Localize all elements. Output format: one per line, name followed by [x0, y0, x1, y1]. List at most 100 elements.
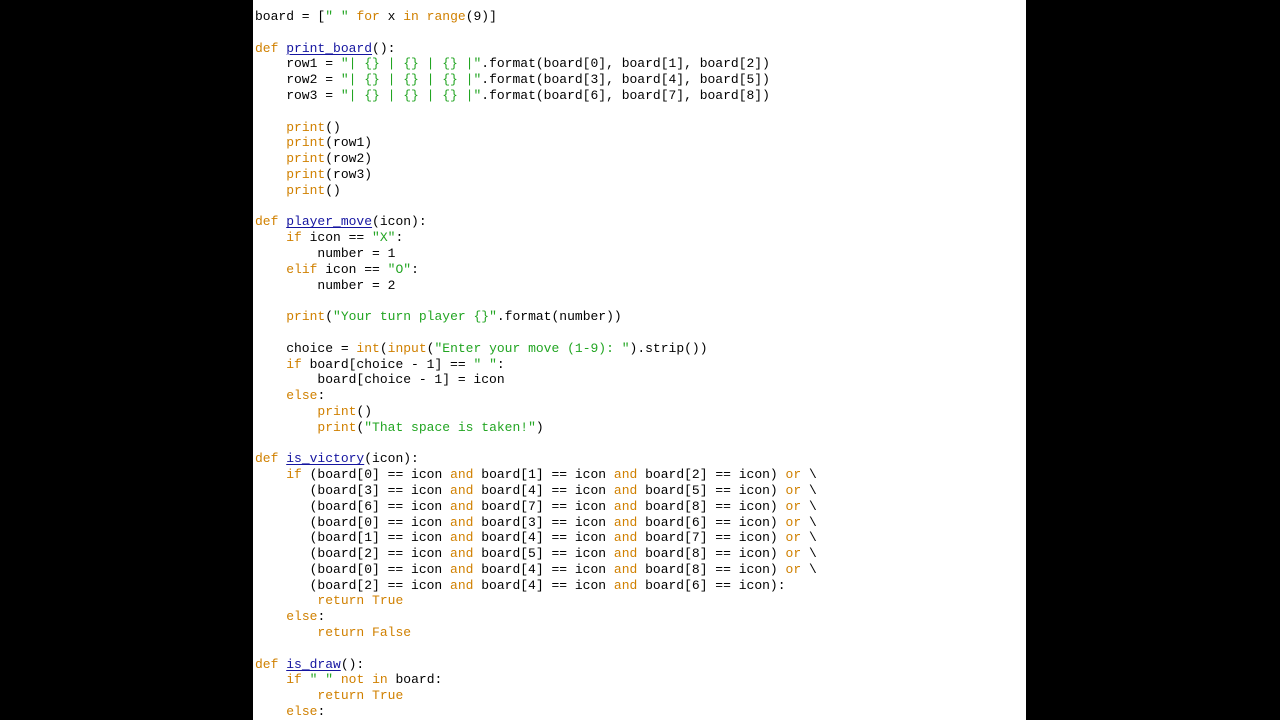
code-line: if board[choice - 1] == " ": — [255, 357, 817, 373]
keyword-token: and — [450, 530, 474, 546]
keyword-token: def — [255, 451, 279, 467]
code-text-token: board[3] == icon — [473, 514, 614, 530]
code-text[interactable]: board = [" " for x in range(9)] def prin… — [255, 9, 817, 720]
code-line: if " " not in board: — [255, 672, 817, 688]
keyword-token: input — [387, 340, 427, 356]
code-line: def print_board(): — [255, 41, 817, 57]
keyword-token: or — [785, 482, 802, 498]
string-token: "That space is taken!" — [364, 419, 536, 435]
keyword-token: if — [286, 672, 302, 688]
function-name-token: is_victory — [286, 451, 365, 467]
code-editor[interactable]: board = [" " for x in range(9)] def prin… — [253, 0, 1026, 720]
code-line: (board[2] == icon and board[4] == icon a… — [255, 578, 817, 594]
function-name-token: print_board — [286, 40, 373, 56]
keyword-token: or — [785, 530, 802, 546]
code-line: print("Your turn player {}".format(numbe… — [255, 309, 817, 325]
string-token: " " — [325, 9, 349, 24]
keyword-token: False — [372, 625, 412, 641]
string-token: "X" — [372, 230, 396, 246]
keyword-token: or — [785, 546, 802, 562]
keyword-token: else — [286, 704, 318, 720]
code-text-token: board: — [387, 672, 443, 688]
keyword-token: and — [450, 467, 474, 483]
keyword-token: int — [356, 340, 380, 356]
code-line: return True — [255, 688, 817, 704]
code-text-token: row3 = — [255, 87, 341, 103]
function-name-token: is_draw — [286, 656, 341, 672]
code-line: else: — [255, 388, 817, 404]
code-text-token: : — [317, 388, 326, 404]
screen: board = [" " for x in range(9)] def prin… — [0, 0, 1280, 720]
code-text-token: (board[0] == icon — [255, 514, 451, 530]
keyword-token: print — [286, 182, 326, 198]
string-token: "| {} | {} | {} |" — [340, 56, 482, 72]
code-text-token: : — [496, 356, 505, 372]
code-text-token: board[8] == icon) — [637, 546, 786, 562]
keyword-token: return — [317, 625, 365, 641]
code-text-token: board[4] == icon — [473, 561, 614, 577]
function-name-token: player_move — [286, 214, 373, 230]
code-text-token: row1 = — [255, 56, 341, 72]
code-line: row1 = "| {} | {} | {} |".format(board[0… — [255, 56, 817, 72]
code-text-token: ).strip()) — [629, 340, 708, 356]
code-text-token: .format(board[6], board[7], board[8]) — [481, 87, 770, 103]
keyword-token: or — [785, 514, 802, 530]
code-text-token: icon == — [317, 261, 388, 277]
keyword-token: and — [450, 514, 474, 530]
code-text-token: (): — [372, 40, 396, 56]
code-text-token: () — [356, 403, 373, 419]
keyword-token: in — [372, 672, 388, 688]
keyword-token: range — [426, 9, 466, 24]
code-text-token: \ — [801, 561, 817, 577]
keyword-token: and — [613, 561, 638, 577]
code-line: board[choice - 1] = icon — [255, 372, 817, 388]
code-text-token: (icon): — [372, 214, 427, 230]
keyword-token: return — [317, 593, 365, 609]
code-text-token: ( — [379, 340, 388, 356]
keyword-token: for — [356, 9, 380, 24]
keyword-token: and — [450, 482, 474, 498]
code-text-token: board[choice - 1] == — [301, 356, 474, 372]
keyword-token: print — [317, 419, 357, 435]
code-text-token: : — [317, 704, 326, 720]
keyword-token: and — [450, 546, 474, 562]
keyword-token: def — [255, 40, 279, 56]
code-text-token: .format(board[0], board[1], board[2]) — [481, 56, 770, 72]
code-text-token: (board[0] == icon — [255, 561, 451, 577]
keyword-token: and — [450, 561, 474, 577]
keyword-token: else — [286, 388, 318, 404]
code-text-token: ) — [535, 419, 544, 435]
code-text-token: \ — [801, 530, 817, 546]
code-line: row3 = "| {} | {} | {} |".format(board[6… — [255, 88, 817, 104]
code-line: print() — [255, 120, 817, 136]
code-text-token: board = [ — [255, 9, 326, 24]
code-line: board = [" " for x in range(9)] — [255, 9, 817, 25]
keyword-token: and — [613, 577, 638, 593]
code-text-token: \ — [801, 514, 817, 530]
code-line: print(row1) — [255, 135, 817, 151]
code-line: print("That space is taken!") — [255, 420, 817, 436]
code-line: else: — [255, 704, 817, 720]
keyword-token: print — [317, 403, 357, 419]
code-text-token: \ — [801, 546, 817, 562]
keyword-token: elif — [286, 261, 318, 277]
code-text-token: () — [325, 119, 341, 135]
code-line: return False — [255, 625, 817, 641]
code-line: if icon == "X": — [255, 230, 817, 246]
code-text-token: \ — [801, 482, 817, 498]
code-text-token: number = 1 — [255, 245, 396, 261]
